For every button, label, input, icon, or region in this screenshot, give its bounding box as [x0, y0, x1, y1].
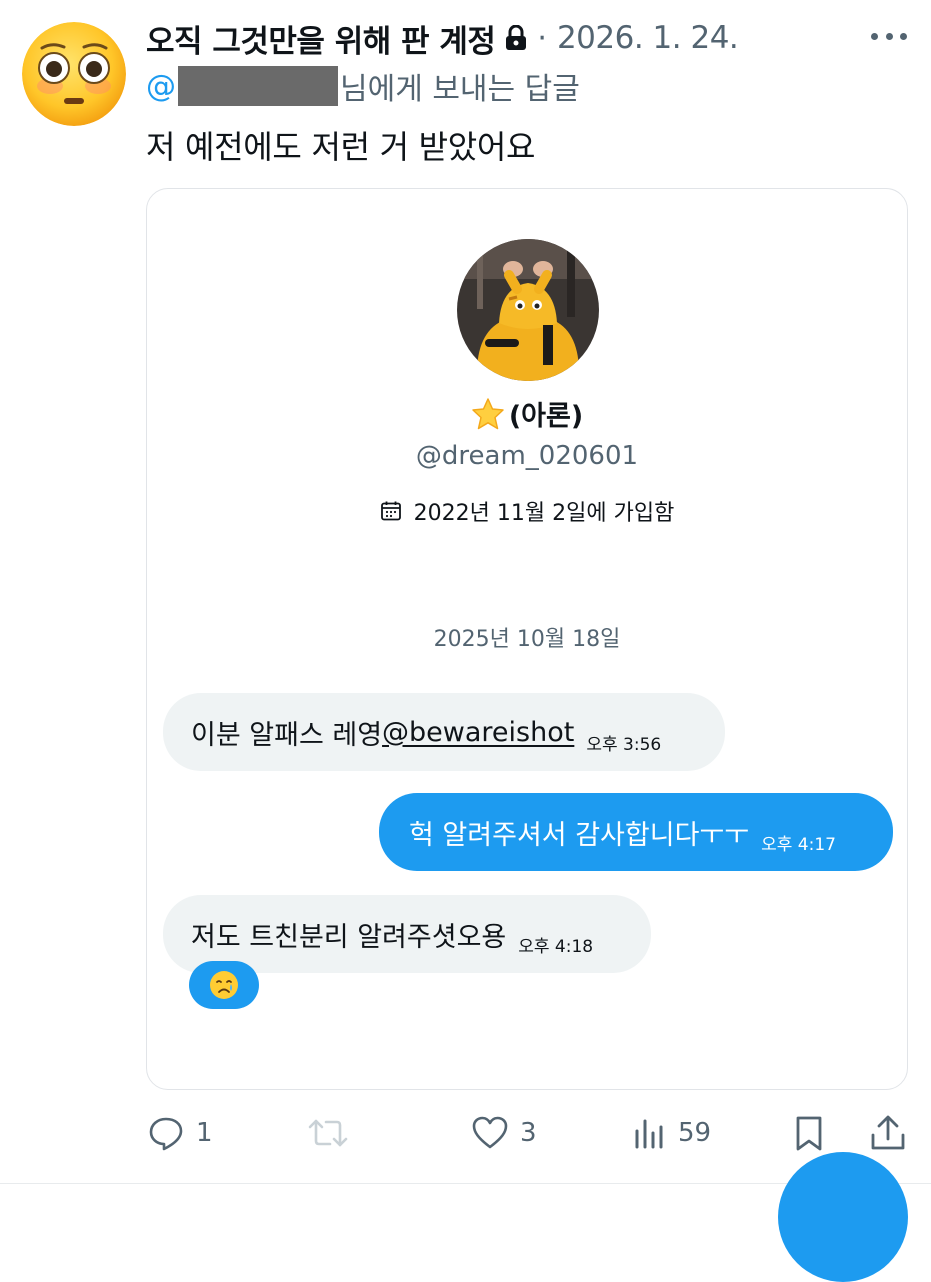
reply-to-suffix: 님에게 보내는 답글 — [340, 72, 580, 107]
tweet-text: 저 예전에도 저런 거 받았어요 — [146, 128, 536, 166]
message-time: 오후 4:18 — [518, 936, 594, 957]
tweet-action-bar: 1 3 59 — [146, 1110, 908, 1156]
attached-image-card[interactable]: (아론) @dream_020601 2022년 11월 2일에 가입함 202… — [146, 188, 908, 1090]
analytics-icon — [632, 1113, 668, 1153]
share-action[interactable] — [868, 1110, 908, 1156]
more-icon[interactable] — [871, 24, 907, 48]
separator-dot: · — [537, 20, 547, 56]
message-time: 오후 4:17 — [761, 834, 836, 855]
message-reaction[interactable] — [189, 961, 259, 1009]
calendar-icon — [380, 500, 402, 522]
heart-icon — [470, 1113, 510, 1153]
reply-icon — [146, 1113, 186, 1153]
share-icon — [868, 1113, 908, 1153]
reply-to-line: @ 님에게 보내는 답글 — [146, 66, 580, 107]
message-text: 이분 알패스 레영 — [191, 719, 383, 751]
message-text: 헉 알려주셔서 감사합니다ㅜㅜ — [409, 819, 750, 851]
author-avatar[interactable] — [22, 22, 126, 126]
joined-date-text: 2022년 11월 2일에 가입함 — [413, 501, 675, 526]
author-display-name[interactable]: 오직 그것만을 위해 판 계정 — [146, 16, 496, 61]
flushed-face-icon — [22, 22, 126, 126]
profile-name: (아론) — [147, 394, 907, 433]
reply-to-at[interactable]: @ — [146, 69, 176, 104]
tweet-header: 오직 그것만을 위해 판 계정 · 2026. 1. 24. — [146, 16, 739, 61]
profile-handle: @dream_020601 — [415, 441, 639, 471]
profile-avatar — [457, 239, 599, 381]
compose-fab-button[interactable] — [778, 1152, 908, 1282]
retweet-action[interactable] — [306, 1110, 350, 1156]
post-date[interactable]: 2026. 1. 24. — [557, 20, 739, 56]
reply-action[interactable]: 1 — [146, 1110, 213, 1156]
message-bubble-incoming[interactable]: 이분 알패스 레영 @bewareishot 오후 3:56 — [163, 693, 725, 771]
redacted-handle — [178, 66, 338, 106]
retweet-icon — [306, 1113, 350, 1153]
mention-link[interactable]: @bewareishot — [382, 717, 574, 748]
view-count: 59 — [678, 1118, 712, 1148]
bookmark-icon — [792, 1113, 826, 1153]
profile-photo-icon — [457, 239, 599, 381]
lock-icon — [505, 24, 527, 51]
conversation-date-divider: 2025년 10월 18일 — [433, 627, 621, 652]
like-count: 3 — [520, 1118, 537, 1148]
views-action[interactable]: 59 — [632, 1110, 711, 1156]
crying-face-icon — [209, 970, 239, 1000]
bookmark-action[interactable] — [792, 1110, 826, 1156]
like-action[interactable]: 3 — [470, 1110, 537, 1156]
joined-date: 2022년 11월 2일에 가입함 — [147, 495, 907, 527]
star-icon — [471, 397, 505, 431]
message-time: 오후 3:56 — [586, 734, 662, 755]
message-bubble-outgoing[interactable]: 헉 알려주셔서 감사합니다ㅜㅜ 오후 4:17 — [379, 793, 893, 871]
reply-count: 1 — [196, 1118, 213, 1148]
profile-name-text: (아론) — [508, 401, 584, 432]
message-text: 저도 트친분리 알려주셧오용 — [191, 921, 507, 953]
